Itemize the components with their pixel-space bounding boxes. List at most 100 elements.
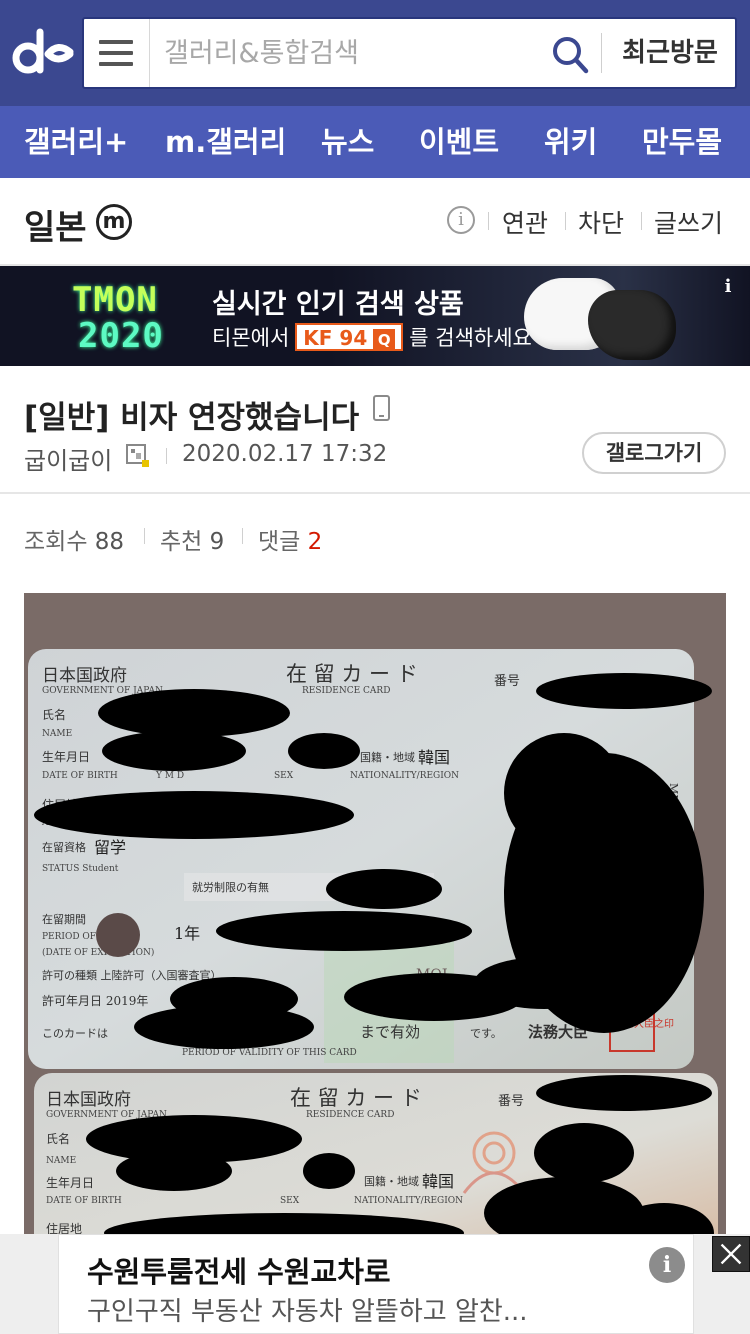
nav-item-event[interactable]: 이벤트 bbox=[419, 106, 499, 178]
card1-title-en: RESIDENCE CARD bbox=[302, 686, 390, 696]
close-icon[interactable] bbox=[712, 1236, 750, 1272]
mobile-icon bbox=[373, 395, 390, 421]
gallery-title-bar: 일본 m i 연관 차단 글쓰기 bbox=[0, 178, 750, 266]
card1-permit-type: 許可の種類 上陸許可（入国審査官） bbox=[42, 968, 222, 982]
divider bbox=[488, 212, 489, 230]
recent-visit-button[interactable]: 최근방문 bbox=[614, 33, 726, 73]
related-link[interactable]: 연관 bbox=[502, 204, 548, 240]
bottom-ad-title: 수원투룸전세 수원교차로 bbox=[87, 1255, 391, 1289]
divider bbox=[144, 528, 145, 544]
search-box: 최근방문 bbox=[82, 17, 737, 89]
banner-headline: 실시간 인기 검색 상품 bbox=[212, 289, 464, 320]
post-date: 2020.02.17 17:32 bbox=[182, 441, 388, 467]
top-header: 최근방문 bbox=[0, 0, 750, 106]
fixed-nick-icon bbox=[126, 444, 149, 467]
comments-label: 댓글 bbox=[258, 529, 301, 555]
write-link[interactable]: 글쓰기 bbox=[654, 204, 723, 240]
search-icon: Q bbox=[373, 328, 396, 351]
recommend-count: 9 bbox=[209, 529, 225, 555]
views-stat: 조회수 88 bbox=[24, 522, 124, 556]
card1-nationality: 韓国 bbox=[418, 748, 450, 767]
banner-sub-suffix: 를 검색하세요 bbox=[409, 326, 532, 350]
card2-title: 在 留 カ ー ド bbox=[290, 1086, 422, 1110]
nav-item-news[interactable]: 뉴스 bbox=[321, 106, 374, 178]
comments-count: 2 bbox=[307, 529, 323, 555]
dc-logo-icon[interactable] bbox=[10, 24, 76, 80]
post-photo[interactable]: 日本国政府 GOVERNMENT OF JAPAN 在 留 カ ー ド RESI… bbox=[24, 593, 726, 1253]
card1-name-label: 氏名 bbox=[42, 707, 66, 722]
card1-status: 留学 bbox=[94, 838, 126, 857]
search-icon[interactable] bbox=[551, 35, 589, 75]
card1-work: 就労制限の有無 bbox=[192, 880, 269, 894]
divider bbox=[242, 528, 243, 544]
card1-title: 在 留 カ ー ド bbox=[286, 662, 418, 686]
card1-name-en: NAME bbox=[42, 729, 72, 739]
card1-status-en: STATUS Student bbox=[42, 864, 119, 874]
banner-subline: 티몬에서 KF 94 Q 를 검색하세요 bbox=[212, 322, 532, 352]
card2-sex-en: SEX bbox=[280, 1196, 300, 1206]
tmon-logo: TMON bbox=[72, 280, 158, 320]
block-link[interactable]: 차단 bbox=[578, 204, 624, 240]
divider bbox=[641, 212, 642, 230]
card1-validity-suffix: まで有効 bbox=[360, 1023, 420, 1041]
card1-validity-en: PERIOD OF VALIDITY OF THIS CARD bbox=[182, 1048, 357, 1058]
card2-number-label: 番号 bbox=[498, 1094, 524, 1109]
info-icon[interactable]: i bbox=[447, 206, 475, 234]
minor-gallery-badge: m bbox=[96, 204, 132, 240]
views-count: 88 bbox=[94, 529, 125, 555]
nav-item-m-gallery[interactable]: m.갤러리 bbox=[165, 106, 286, 178]
views-label: 조회수 bbox=[24, 529, 88, 555]
recommend-label: 추천 bbox=[160, 529, 203, 555]
card2-name-label: 氏名 bbox=[46, 1131, 70, 1146]
card1-expiry-en: (DATE OF EXPIRATION) bbox=[42, 947, 154, 958]
post-author[interactable]: 굽이굽이 bbox=[24, 441, 112, 476]
card2-nationality: 韓国 bbox=[422, 1172, 454, 1191]
card1-number-label: 番号 bbox=[494, 674, 520, 689]
search-input[interactable] bbox=[164, 33, 544, 73]
bottom-ad[interactable]: 수원투룸전세 수원교차로 구인구직 부동산 자동차 알뜰하고 알찬... i bbox=[58, 1234, 694, 1334]
banner-keyword-box: KF 94 Q bbox=[295, 323, 404, 351]
gallery-title[interactable]: 일본 bbox=[24, 200, 87, 249]
menu-button[interactable] bbox=[84, 19, 150, 87]
main-nav: 갤러리+ m.갤러리 뉴스 이벤트 위키 만두몰 bbox=[0, 106, 750, 178]
card2-dob-label: 生年月日 bbox=[46, 1176, 94, 1190]
card1-validity-end: です。 bbox=[470, 1027, 502, 1040]
card1-status-label: 在留資格 bbox=[42, 840, 86, 854]
card1-period-value: 1年 bbox=[174, 924, 200, 943]
card2-dob-en: DATE OF BIRTH bbox=[46, 1196, 122, 1206]
black-mask-image bbox=[588, 290, 676, 360]
card2-nationality-label: 国籍・地域 bbox=[364, 1174, 419, 1188]
card1-ymd: Y M D bbox=[155, 771, 184, 781]
card2-title-en: RESIDENCE CARD bbox=[306, 1110, 394, 1120]
card2-name-en: NAME bbox=[46, 1156, 76, 1166]
nav-item-wiki[interactable]: 위키 bbox=[544, 106, 597, 178]
banner-keyword: KF 94 bbox=[303, 326, 368, 350]
bottom-ad-bar: 수원투룸전세 수원교차로 구인구직 부동산 자동차 알뜰하고 알찬... i bbox=[0, 1234, 750, 1334]
card1-dob-en: DATE OF BIRTH bbox=[42, 771, 118, 781]
card1-dob-label: 生年月日 bbox=[42, 750, 90, 764]
banner-sub-prefix: 티몬에서 bbox=[212, 326, 290, 350]
search-divider bbox=[601, 33, 602, 73]
gallog-button[interactable]: 갤로그가기 bbox=[582, 432, 726, 474]
nav-item-gallery-plus[interactable]: 갤러리+ bbox=[24, 106, 128, 178]
divider bbox=[166, 448, 167, 464]
comments-stat[interactable]: 댓글 2 bbox=[258, 522, 322, 556]
ad-info-icon[interactable]: i bbox=[649, 1247, 685, 1283]
card2-gov: 日本国政府 bbox=[46, 1090, 131, 1110]
divider bbox=[565, 212, 566, 230]
post-title: [일반] 비자 연장했습니다 bbox=[24, 400, 360, 436]
card1-permit-date: 許可年月日 2019年 bbox=[42, 994, 148, 1008]
card1-nationality-label: 国籍・地域 bbox=[360, 750, 415, 764]
bottom-ad-description: 구인구직 부동산 자동차 알뜰하고 알찬... bbox=[87, 1297, 528, 1327]
card1-nationality-en: NATIONALITY/REGION bbox=[350, 771, 459, 781]
card1-period-label: 在留期間 bbox=[42, 913, 86, 926]
nav-item-mall[interactable]: 만두몰 bbox=[642, 106, 722, 178]
card1-sex-en: SEX bbox=[274, 771, 294, 781]
residence-card-photo: 日本国政府 GOVERNMENT OF JAPAN 在 留 カ ー ド RESI… bbox=[24, 593, 726, 1253]
divider bbox=[0, 492, 750, 494]
tmon-logo-year: 2020 bbox=[78, 316, 164, 356]
recommend-stat: 추천 9 bbox=[160, 522, 224, 556]
card1-validity-prefix: このカードは bbox=[42, 1027, 108, 1040]
ad-info-icon[interactable]: i bbox=[720, 276, 736, 298]
card2-nationality-en: NATIONALITY/REGION bbox=[354, 1196, 463, 1206]
